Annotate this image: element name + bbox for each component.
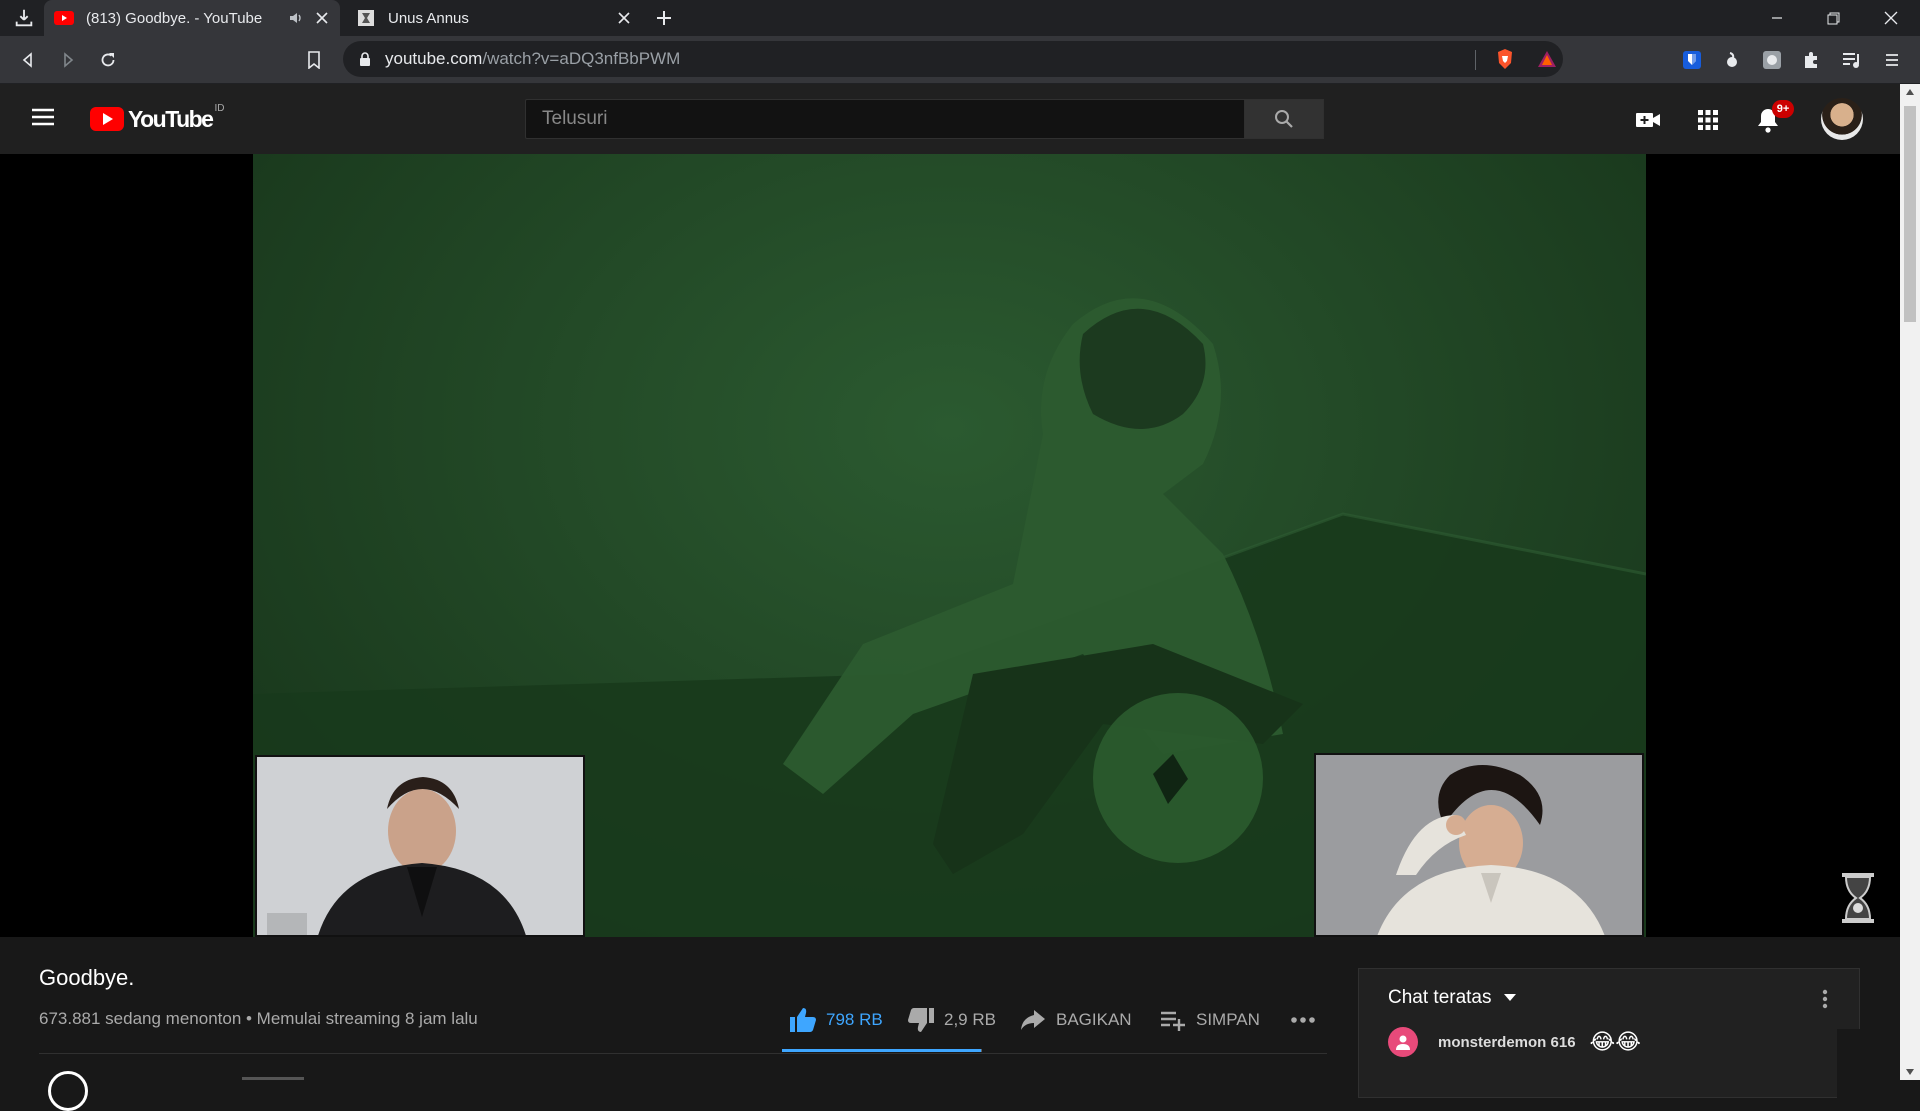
extension-square-icon[interactable] (1758, 46, 1786, 74)
tab-title: (813) Goodbye. - YouTube (86, 9, 263, 27)
reaction-person-right (1377, 765, 1605, 935)
video-view-count: 673.881 sedang menonton • Memulai stream… (39, 1009, 478, 1028)
country-code: ID (214, 103, 225, 114)
chat-scrollbar[interactable] (1837, 1029, 1861, 1099)
url-path: /watch?v=aDQ3nfBbPWM (482, 49, 681, 68)
tab-title: Unus Annus (388, 9, 469, 27)
playlist-add-icon (1158, 1005, 1188, 1035)
browser-tab-active[interactable]: (813) Goodbye. - YouTube (44, 0, 340, 36)
address-bar[interactable]: youtube.com/watch?v=aDQ3nfBbPWM (343, 41, 1563, 77)
scroll-up-arrow-icon[interactable] (1905, 88, 1915, 96)
extensions-puzzle-icon[interactable] (1798, 46, 1826, 74)
chat-menu-icon[interactable] (1813, 987, 1837, 1011)
new-tab-icon[interactable] (650, 4, 678, 32)
browser-tab-strip: (813) Goodbye. - YouTube Unus Annus (0, 0, 1920, 36)
search-box[interactable] (525, 99, 1245, 139)
brave-shields-icon[interactable] (1491, 45, 1519, 73)
right-inset-video (1314, 753, 1644, 937)
media-queue-icon[interactable] (1838, 46, 1866, 74)
more-horiz-icon (1291, 1017, 1315, 1023)
dislike-count: 2,9 RB (944, 1010, 996, 1029)
live-chat-panel: Chat teratas monsterdemon 616 😂😂 (1358, 968, 1861, 1099)
scroll-down-arrow-icon[interactable] (1905, 1068, 1915, 1076)
browser-menu-icon[interactable] (1878, 46, 1906, 74)
share-arrow-icon (1018, 1005, 1048, 1035)
bitwarden-icon[interactable] (1678, 46, 1706, 74)
download-icon[interactable] (10, 4, 38, 32)
reaction-person-left (267, 777, 526, 935)
chat-avatar (1388, 1027, 1418, 1057)
unus-annus-favicon-icon (356, 8, 376, 28)
channel-avatar[interactable] (48, 1071, 88, 1111)
like-button[interactable]: 798 RB (788, 1005, 883, 1035)
page-scrollbar-thumb[interactable] (1904, 106, 1916, 322)
video-frame[interactable] (253, 154, 1646, 937)
like-dislike-ratio-bar (782, 1049, 982, 1052)
search-icon (1275, 110, 1293, 128)
share-label: BAGIKAN (1056, 1010, 1132, 1029)
browser-toolbar: youtube.com/watch?v=aDQ3nfBbPWM (0, 36, 1920, 84)
thumbs-down-icon (906, 1005, 936, 1035)
chat-author: monsterdemon 616 (1438, 1033, 1576, 1051)
like-ratio-fill (782, 1049, 982, 1052)
divider (39, 1053, 1327, 1054)
browser-tab[interactable]: Unus Annus (346, 0, 642, 36)
share-button[interactable]: BAGIKAN (1018, 1005, 1132, 1035)
caret-down-icon (1503, 994, 1516, 1001)
reload-icon[interactable] (94, 46, 122, 74)
youtube-favicon-icon (54, 8, 74, 28)
speaker-icon[interactable] (284, 6, 308, 30)
address-bar-divider (1475, 50, 1476, 70)
guide-menu-icon[interactable] (30, 106, 60, 132)
youtube-logo[interactable]: YouTube ID (90, 103, 225, 133)
more-actions-button[interactable] (1288, 1005, 1318, 1035)
account-avatar[interactable] (1821, 98, 1863, 140)
dislike-button[interactable]: 2,9 RB (906, 1005, 996, 1035)
save-label: SIMPAN (1196, 1010, 1260, 1029)
restore-icon[interactable] (1810, 0, 1856, 36)
forward-icon[interactable] (54, 46, 82, 74)
close-window-icon[interactable] (1868, 0, 1914, 36)
extension-feather-icon[interactable] (1718, 46, 1746, 74)
back-icon[interactable] (14, 46, 42, 74)
search-input[interactable] (540, 107, 1244, 131)
chat-mode-dropdown[interactable]: Chat teratas (1388, 987, 1516, 1009)
tab-close-icon[interactable] (612, 6, 636, 30)
like-count: 798 RB (826, 1010, 883, 1029)
save-button[interactable]: SIMPAN (1158, 1005, 1260, 1035)
default-user-icon (1396, 1035, 1410, 1050)
brave-rewards-icon[interactable] (1533, 45, 1561, 73)
page-scrollbar[interactable] (1900, 84, 1920, 1080)
chat-message-text: 😂😂 (1589, 1029, 1641, 1054)
url-host: youtube.com (385, 49, 483, 68)
youtube-play-logo-icon (90, 107, 124, 131)
lock-icon[interactable] (355, 49, 375, 69)
chat-message[interactable]: monsterdemon 616 😂😂 (1388, 1027, 1641, 1057)
bookmark-icon[interactable] (300, 46, 328, 74)
chat-mode-label: Chat teratas (1388, 987, 1492, 1008)
left-inset-video (255, 755, 585, 937)
youtube-masthead: YouTube ID 9+ (0, 84, 1900, 154)
search-button[interactable] (1244, 99, 1324, 139)
video-title: Goodbye. (39, 965, 135, 990)
thumbs-up-icon (788, 1005, 818, 1035)
tab-close-icon[interactable] (310, 6, 334, 30)
video-player[interactable] (0, 154, 1900, 937)
apps-grid-icon[interactable] (1692, 104, 1724, 136)
notification-count-badge: 9+ (1772, 100, 1794, 118)
create-video-icon[interactable] (1632, 104, 1664, 136)
minimize-icon[interactable] (1754, 0, 1800, 36)
logo-wordmark: YouTube (128, 105, 214, 132)
channel-watermark-hourglass-icon[interactable] (1840, 872, 1876, 924)
